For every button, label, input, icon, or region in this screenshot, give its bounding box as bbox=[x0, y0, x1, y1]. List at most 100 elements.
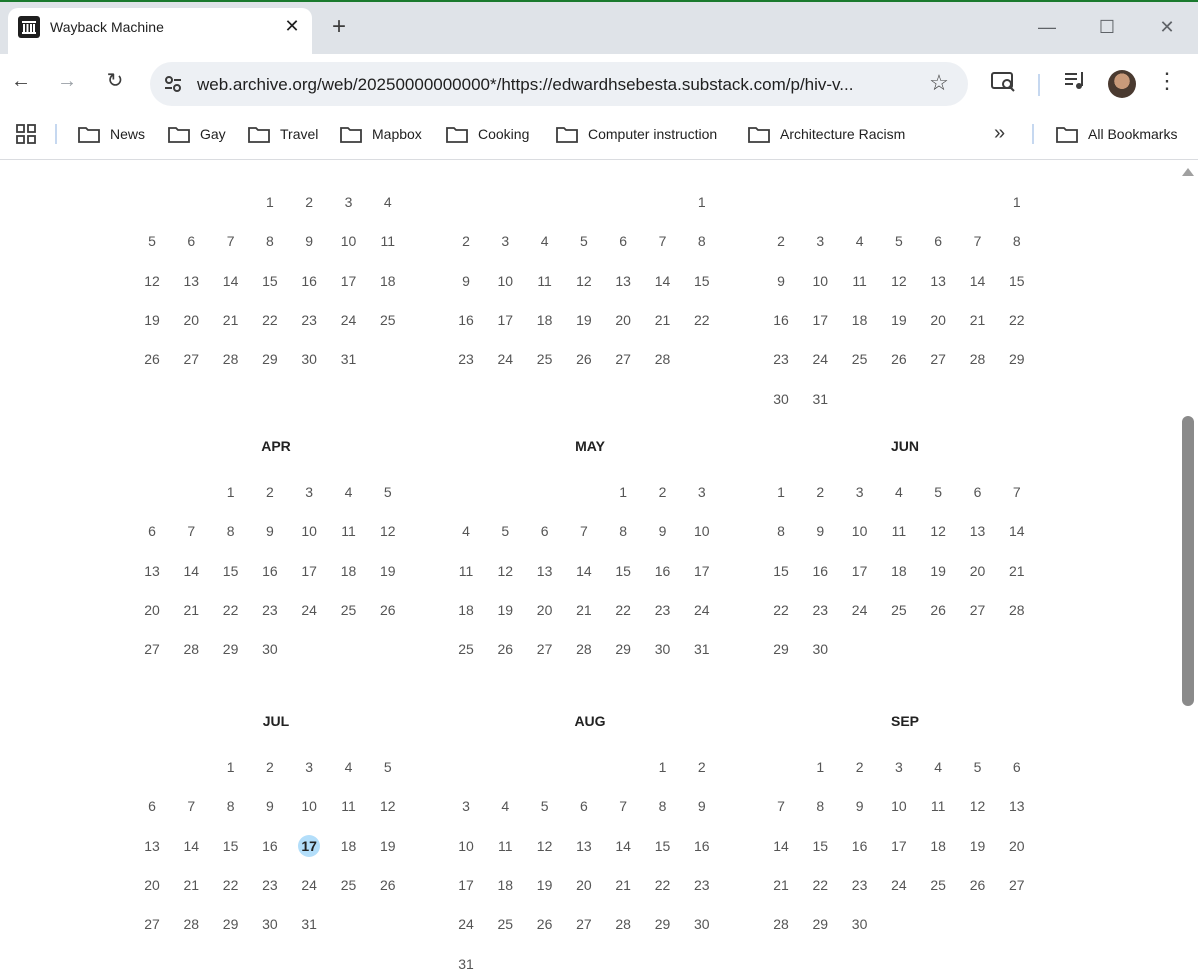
site-settings-icon[interactable] bbox=[162, 73, 184, 95]
calendar-day: 20 bbox=[615, 311, 631, 328]
more-bookmarks-button[interactable]: » bbox=[994, 122, 1005, 145]
all-bookmarks-folder[interactable]: All Bookmarks bbox=[1056, 122, 1177, 146]
calendar-day: 6 bbox=[973, 484, 982, 500]
apps-grid-icon[interactable] bbox=[16, 124, 36, 144]
month-name: JUL bbox=[262, 713, 290, 729]
calendar-day: 10 bbox=[891, 798, 907, 815]
calendar-day: 5 bbox=[501, 523, 510, 540]
calendar-day-snapshot[interactable]: 17 bbox=[298, 834, 321, 857]
calendar-day: 1 bbox=[777, 484, 785, 500]
calendar-day: 19 bbox=[930, 562, 946, 579]
bookmark-folder[interactable]: Computer instruction bbox=[556, 122, 717, 146]
calendar-day: 28 bbox=[654, 351, 671, 368]
calendar-day: 15 bbox=[694, 272, 710, 289]
calendar-day: 24 bbox=[301, 876, 317, 893]
calendar-day: 8 bbox=[1012, 233, 1021, 250]
forward-button[interactable]: → bbox=[52, 66, 82, 96]
calendar-day: 18 bbox=[340, 562, 357, 579]
calendar-day: 12 bbox=[144, 272, 160, 289]
calendar-day: 4 bbox=[344, 759, 353, 775]
calendar-day: 29 bbox=[1009, 351, 1025, 368]
back-button[interactable]: ← bbox=[6, 66, 36, 96]
bookmark-label: Computer instruction bbox=[588, 126, 718, 142]
calendar-day: 4 bbox=[894, 484, 903, 500]
calendar-day: 7 bbox=[187, 798, 196, 815]
scrollbar-thumb[interactable] bbox=[1182, 416, 1194, 706]
calendar-day: 28 bbox=[773, 916, 789, 933]
calendar-day: 9 bbox=[658, 523, 667, 540]
close-window-button[interactable]: ✕ bbox=[1152, 12, 1182, 42]
calendar-day: 25 bbox=[380, 311, 396, 328]
calendar-day: 16 bbox=[694, 837, 710, 854]
bookmark-folder[interactable]: Mapbox bbox=[340, 122, 422, 146]
calendar-day: 18 bbox=[536, 311, 553, 328]
wayback-favicon-icon bbox=[18, 16, 40, 38]
calendar-day: 3 bbox=[816, 233, 825, 250]
calendar-day: 12 bbox=[536, 837, 553, 854]
month-name: SEP bbox=[890, 713, 919, 729]
calendar-day: 14 bbox=[969, 272, 986, 289]
calendar-day: 29 bbox=[812, 916, 829, 933]
media-control-icon[interactable] bbox=[1062, 68, 1088, 94]
calendar-day: 18 bbox=[851, 311, 868, 328]
calendar-day: 27 bbox=[576, 916, 592, 933]
calendar-day: 15 bbox=[773, 562, 789, 579]
calendar-day: 6 bbox=[540, 523, 549, 540]
calendar-day: 7 bbox=[658, 233, 667, 250]
calendar-day: 22 bbox=[262, 311, 278, 328]
calendar-day: 9 bbox=[462, 272, 470, 289]
profile-avatar[interactable] bbox=[1108, 70, 1136, 98]
bookmark-folder[interactable]: Travel bbox=[248, 122, 318, 146]
calendar-day: 21 bbox=[969, 311, 986, 328]
calendar-day: 10 bbox=[301, 523, 317, 540]
calendar-day: 24 bbox=[340, 311, 357, 328]
minimize-button[interactable]: — bbox=[1032, 12, 1062, 42]
calendar-day: 7 bbox=[579, 523, 588, 540]
calendar-day: 19 bbox=[144, 311, 160, 328]
calendar-day: 21 bbox=[222, 311, 239, 328]
calendar-day: 7 bbox=[1012, 484, 1021, 500]
calendar-day: 21 bbox=[183, 601, 200, 618]
folder-icon bbox=[168, 126, 190, 143]
calendar-day: 21 bbox=[183, 876, 200, 893]
calendar-day: 5 bbox=[148, 233, 156, 250]
calendar-day: 14 bbox=[576, 562, 592, 579]
calendar-day: 20 bbox=[144, 601, 160, 618]
address-bar[interactable]: web.archive.org/web/20250000000000*/http… bbox=[150, 62, 968, 106]
calendar-day: 11 bbox=[380, 233, 396, 250]
tab-title: Wayback Machine bbox=[50, 19, 164, 35]
calendar-day: 9 bbox=[816, 523, 825, 540]
calendar-day: 28 bbox=[1009, 601, 1025, 618]
wayback-calendar-area: 1 2 3 4 5 6 7 8 9 10 11 12 13 14 15 16 17 18 19 20 21 22 23 24 2… bbox=[0, 160, 1198, 974]
scroll-up-arrow-icon[interactable] bbox=[1182, 168, 1194, 176]
calendar-day: 15 bbox=[222, 837, 239, 854]
tab-wayback-machine[interactable]: Wayback Machine ✕ bbox=[8, 8, 312, 54]
bookmark-folder[interactable]: News bbox=[78, 122, 145, 146]
bookmark-star-icon[interactable]: ☆ bbox=[926, 70, 952, 96]
calendar-day: 1 bbox=[226, 484, 235, 500]
bookmark-folder[interactable]: Gay bbox=[168, 122, 226, 146]
calendar-day: 19 bbox=[536, 876, 553, 893]
reload-button[interactable]: ↻ bbox=[100, 66, 130, 96]
calendar-day: 14 bbox=[1009, 523, 1025, 540]
chrome-menu-button[interactable]: ⋮ bbox=[1152, 66, 1182, 96]
tab-search-icon[interactable] bbox=[990, 68, 1016, 94]
bookmark-folder[interactable]: Architecture Racism bbox=[748, 122, 905, 146]
bookmarks-separator bbox=[1032, 124, 1034, 144]
bookmark-folder[interactable]: Cooking bbox=[446, 122, 529, 146]
calendar-day: 19 bbox=[380, 837, 396, 854]
calendar-day: 13 bbox=[576, 837, 592, 854]
maximize-button[interactable]: ☐ bbox=[1092, 12, 1122, 42]
calendar-day: 5 bbox=[579, 233, 588, 250]
new-tab-button[interactable]: + bbox=[326, 15, 352, 41]
url-text[interactable]: web.archive.org/web/20250000000000*/http… bbox=[197, 75, 917, 95]
calendar-day: 16 bbox=[301, 272, 317, 289]
calendar-day: 31 bbox=[694, 641, 710, 658]
tab-close-icon[interactable]: ✕ bbox=[282, 16, 302, 36]
calendar-day: 1 bbox=[1012, 194, 1021, 210]
calendar-day: 5 bbox=[540, 798, 549, 815]
calendar-day: 19 bbox=[497, 601, 514, 618]
calendar-day: 19 bbox=[576, 311, 592, 328]
calendar-day: 20 bbox=[930, 311, 946, 328]
calendar-day: 7 bbox=[777, 798, 785, 815]
